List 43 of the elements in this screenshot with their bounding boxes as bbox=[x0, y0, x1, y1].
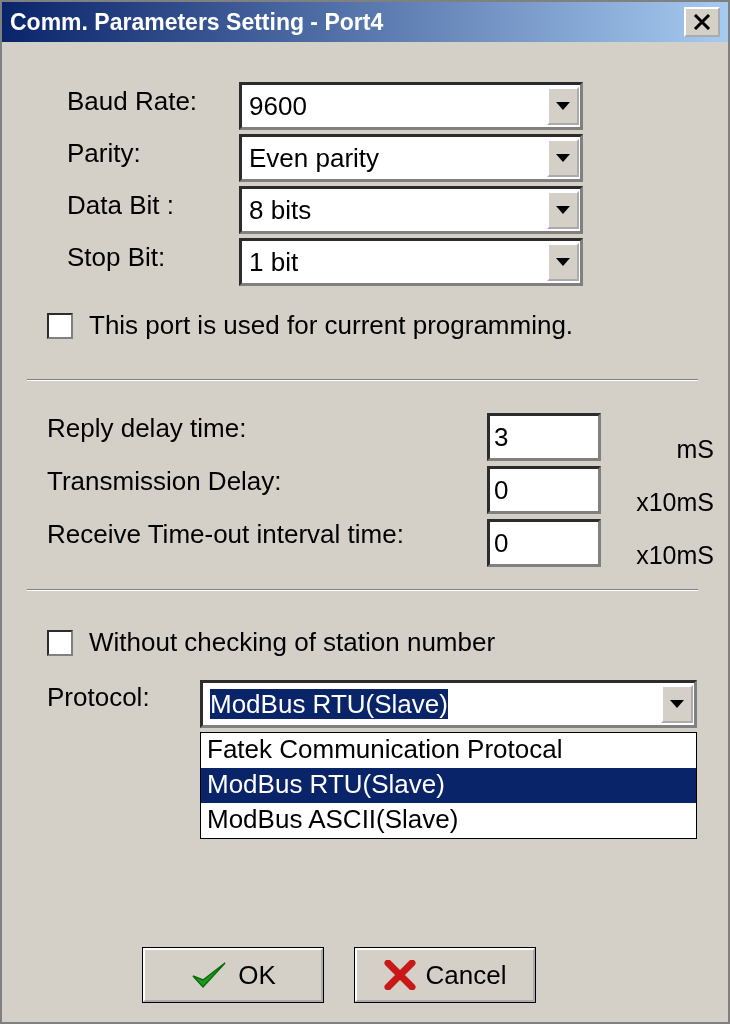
field-label: Transmission Delay: bbox=[47, 466, 283, 497]
dropdown-arrow-button[interactable] bbox=[547, 243, 579, 281]
dropdown-option[interactable]: Fatek Communication Protocal bbox=[201, 733, 696, 768]
checkbox-label: Without checking of station number bbox=[89, 627, 496, 658]
field-label: Protocol: bbox=[47, 681, 151, 713]
dropdown-arrow-button[interactable] bbox=[661, 685, 693, 723]
dropdown[interactable]: Even parity bbox=[239, 134, 583, 182]
field-label: Reply delay time: bbox=[47, 413, 248, 444]
window-title: Comm. Parameters Setting - Port4 bbox=[10, 8, 384, 36]
dropdown[interactable]: ModBus RTU(Slave) bbox=[200, 680, 697, 728]
field-label: Receive Time-out interval time: bbox=[47, 519, 405, 550]
unit-label: mS bbox=[675, 434, 714, 464]
caret-icon bbox=[670, 700, 684, 708]
dropdown-arrow-button[interactable] bbox=[547, 139, 579, 177]
cross-icon bbox=[383, 960, 416, 990]
input-field[interactable]: 0 bbox=[487, 519, 601, 567]
unit-label: x10mS bbox=[635, 540, 714, 570]
dropdown-option[interactable]: ModBus ASCII(Slave) bbox=[201, 803, 696, 838]
checkbox-label: This port is used for current programming. bbox=[89, 310, 574, 341]
dropdown[interactable]: 1 bit bbox=[239, 238, 583, 286]
unit-label: x10mS bbox=[635, 487, 714, 517]
checkbox[interactable] bbox=[47, 312, 73, 339]
field-label: Stop Bit: bbox=[67, 241, 167, 273]
caret-icon bbox=[556, 258, 570, 266]
caret-icon bbox=[556, 206, 570, 214]
dropdown[interactable]: 9600 bbox=[239, 82, 583, 130]
dropdown-arrow-button[interactable] bbox=[547, 191, 579, 229]
field-label: Parity: bbox=[67, 137, 142, 169]
caret-icon bbox=[556, 102, 570, 110]
dropdown-option[interactable]: ModBus RTU(Slave) bbox=[201, 768, 696, 803]
dropdown-arrow-button[interactable] bbox=[547, 87, 579, 125]
cancel-button[interactable]: Cancel bbox=[355, 948, 535, 1002]
checkbox[interactable] bbox=[47, 629, 73, 656]
close-button[interactable] bbox=[684, 7, 720, 37]
caret-icon bbox=[556, 154, 570, 162]
close-icon bbox=[693, 14, 711, 30]
ok-button[interactable]: OK bbox=[143, 948, 323, 1002]
checkmark-icon bbox=[190, 960, 229, 990]
dropdown[interactable]: 8 bits bbox=[239, 186, 583, 234]
field-label: Data Bit : bbox=[67, 189, 175, 221]
input-field[interactable]: 0 bbox=[487, 466, 601, 514]
field-label: Baud Rate: bbox=[67, 85, 199, 117]
input-field[interactable]: 3 bbox=[487, 413, 601, 461]
